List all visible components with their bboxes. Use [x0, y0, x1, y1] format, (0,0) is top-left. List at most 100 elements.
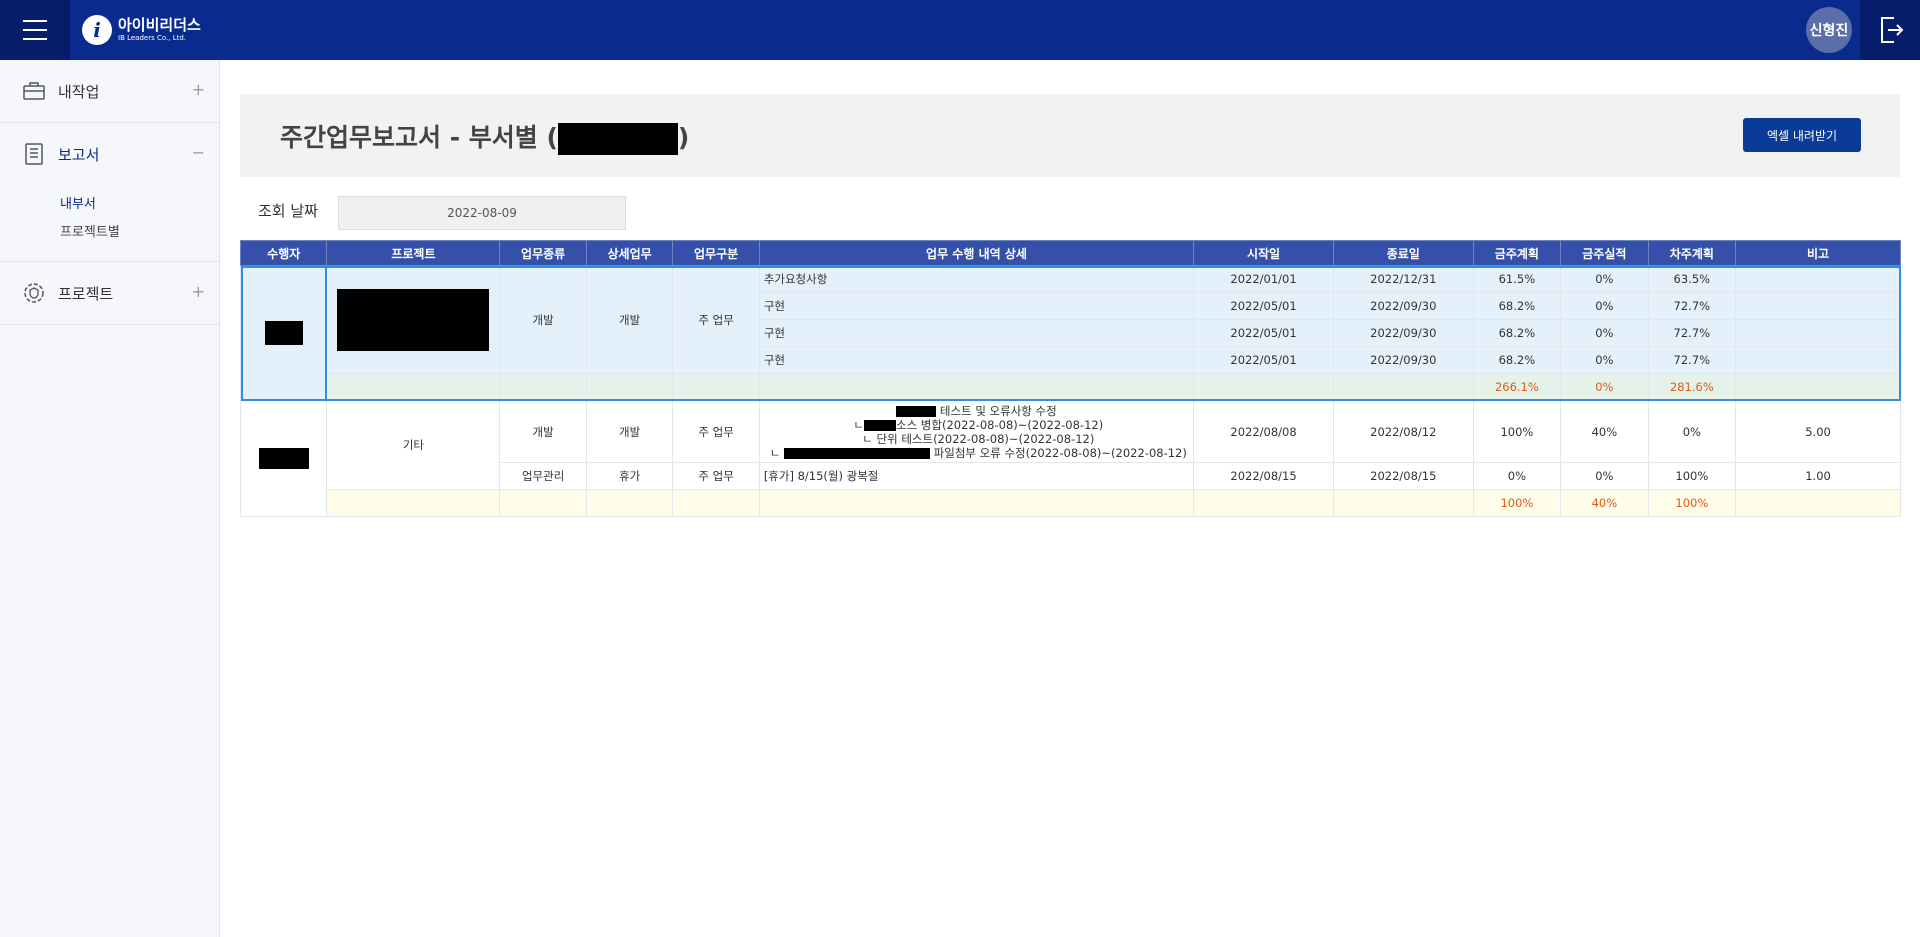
empty-cell: [585, 489, 674, 517]
plan-cell: 68.2%: [1472, 292, 1562, 320]
empty-cell: [1735, 373, 1901, 401]
project-cell[interactable]: 기타: [326, 400, 501, 490]
redacted-block: [264, 321, 303, 345]
summary-row: 266.1% 0% 281.6%: [241, 373, 1901, 401]
detail-work-cell: 개발: [585, 400, 674, 463]
table-row[interactable]: 기타 개발 개발 주 업무 테스트 및 오류사항 수정 ㄴ 소스 병합(2022-…: [239, 400, 1901, 517]
expand-icon[interactable]: +: [192, 80, 205, 99]
summary-row: 100% 40% 100%: [241, 489, 1901, 517]
plan-cell: 100%: [1472, 400, 1562, 463]
start-date-cell: 2022/08/08: [1193, 400, 1334, 463]
sidebar-item-label: 내작업: [58, 82, 100, 101]
project-cell[interactable]: [326, 265, 501, 374]
plan-cell: 0%: [1472, 462, 1562, 490]
start-date-cell: 2022/05/01: [1193, 346, 1334, 374]
plan-sum-cell: 266.1%: [1472, 373, 1562, 401]
logout-button[interactable]: [1860, 0, 1920, 60]
sidebar: 내작업 + 보고서 − 내부서 프로젝트별 프로젝트 +: [0, 60, 220, 937]
detail-line: ㄴ 단위 테스트(2022-08-08)~(2022-08-12): [862, 431, 1095, 446]
actual-cell: 0%: [1560, 462, 1649, 490]
note-cell: [1735, 265, 1901, 293]
page-title-box: 주간업무보고서 - 부서별 () 엑셀 내려받기: [240, 94, 1900, 177]
top-header: i 아이비리더스 IB Leaders Co., Ltd. 신형진: [0, 0, 1920, 60]
next-plan-sum-cell: 281.6%: [1647, 373, 1737, 401]
category-cell: 주 업무: [672, 265, 760, 374]
work-type-cell: 개발: [499, 265, 587, 374]
actual-cell: 40%: [1560, 400, 1649, 463]
page-title-end: ): [677, 123, 690, 152]
sidebar-item-project[interactable]: 프로젝트 +: [0, 262, 219, 324]
hamburger-menu-button[interactable]: [0, 0, 70, 60]
category-cell: 주 업무: [672, 400, 760, 463]
date-field[interactable]: [338, 196, 626, 230]
category-cell: 주 업무: [672, 462, 760, 490]
detail-cell: 테스트 및 오류사항 수정 ㄴ 소스 병합(2022-08-08)~(2022-0…: [758, 400, 1195, 463]
sidebar-item-report[interactable]: 보고서 −: [0, 123, 219, 185]
document-icon: [25, 143, 43, 165]
empty-cell: [1193, 489, 1334, 517]
sidebar-item-label: 프로젝트: [58, 284, 114, 303]
gear-shield-icon: [24, 283, 44, 303]
sidebar-item-my-work[interactable]: 내작업 +: [0, 60, 219, 122]
group1-rows: 개발 개발 주 업무 추가요청사항 2022/01/01 2022/12/31 …: [239, 265, 1901, 401]
column-header: 업무종류: [499, 240, 587, 266]
start-date-cell: 2022/08/15: [1193, 462, 1334, 490]
redacted-block: [337, 288, 490, 351]
empty-cell: [499, 373, 587, 401]
sidebar-subitem-by-project[interactable]: 프로젝트별: [60, 219, 219, 247]
expand-icon[interactable]: +: [192, 282, 205, 301]
table-header-row: 수행자 프로젝트 업무종류 상세업무 업무구분 업무 수행 내역 상세 시작일 …: [239, 240, 1901, 266]
table-row[interactable]: 개발 개발 주 업무 추가요청사항 2022/01/01 2022/12/31 …: [239, 265, 1901, 401]
next-plan-cell: 63.5%: [1647, 265, 1737, 293]
weekly-report-table: 수행자 프로젝트 업무종류 상세업무 업무구분 업무 수행 내역 상세 시작일 …: [239, 240, 1901, 517]
logo-subtext: IB Leaders Co., Ltd.: [118, 34, 187, 42]
redacted-block: [784, 447, 930, 459]
detail-work-cell: 휴가: [585, 462, 674, 490]
detail-cell: 구현: [758, 292, 1195, 320]
sidebar-group-project: 프로젝트 +: [0, 262, 219, 325]
empty-cell: [1332, 373, 1474, 401]
assignee-cell[interactable]: [239, 265, 328, 401]
actual-cell: 0%: [1560, 292, 1649, 320]
empty-cell: [758, 489, 1195, 517]
user-avatar[interactable]: 신형진: [1806, 7, 1852, 53]
next-plan-cell: 72.7%: [1647, 319, 1737, 347]
column-header: 비고: [1735, 240, 1901, 266]
plan-cell: 68.2%: [1472, 346, 1562, 374]
actual-cell: 0%: [1560, 346, 1649, 374]
sidebar-submenu: 내부서 프로젝트별: [0, 185, 219, 261]
detail-cell: 구현: [758, 319, 1195, 347]
next-plan-cell: 72.7%: [1647, 292, 1737, 320]
empty-cell: [758, 373, 1195, 401]
next-plan-cell: 0%: [1647, 400, 1737, 463]
detail-cell: [휴가] 8/15(월) 광복절: [758, 462, 1195, 490]
end-date-cell: 2022/09/30: [1332, 292, 1474, 320]
empty-cell: [499, 489, 587, 517]
column-header: 업무 수행 내역 상세: [758, 240, 1195, 266]
column-header: 차주계획: [1647, 240, 1737, 266]
work-type-cell: 업무관리: [499, 462, 587, 490]
column-header: 업무구분: [672, 240, 760, 266]
empty-cell: [1332, 489, 1474, 517]
group2-rows: 기타 개발 개발 주 업무 테스트 및 오류사항 수정 ㄴ 소스 병합(2022-…: [239, 400, 1901, 517]
empty-cell: [326, 489, 501, 517]
collapse-icon[interactable]: −: [192, 143, 205, 162]
detail-line: ㄴ 파일첨부 오류 수정(2022-08-08)~(2022-08-12): [769, 445, 1187, 460]
redacted-block: [863, 419, 896, 431]
menu-line-icon: [23, 38, 47, 40]
excel-download-button[interactable]: 엑셀 내려받기: [1743, 118, 1861, 152]
sidebar-group-report: 보고서 − 내부서 프로젝트별: [0, 123, 219, 262]
logout-icon: [1881, 17, 1904, 43]
column-header: 금주계획: [1472, 240, 1562, 266]
column-header: 상세업무: [585, 240, 674, 266]
page-title-text: 주간업무보고서 - 부서별 (: [280, 123, 558, 152]
note-cell: [1735, 292, 1901, 320]
company-logo[interactable]: i 아이비리더스 IB Leaders Co., Ltd.: [82, 14, 201, 46]
assignee-cell[interactable]: [239, 400, 328, 517]
column-header: 시작일: [1193, 240, 1334, 266]
sidebar-subitem-department[interactable]: 내부서: [60, 191, 219, 219]
plan-cell: 61.5%: [1472, 265, 1562, 293]
actual-sum-cell: 0%: [1560, 373, 1649, 401]
detail-work-cell: 개발: [585, 265, 674, 374]
note-cell: 5.00: [1735, 400, 1901, 463]
